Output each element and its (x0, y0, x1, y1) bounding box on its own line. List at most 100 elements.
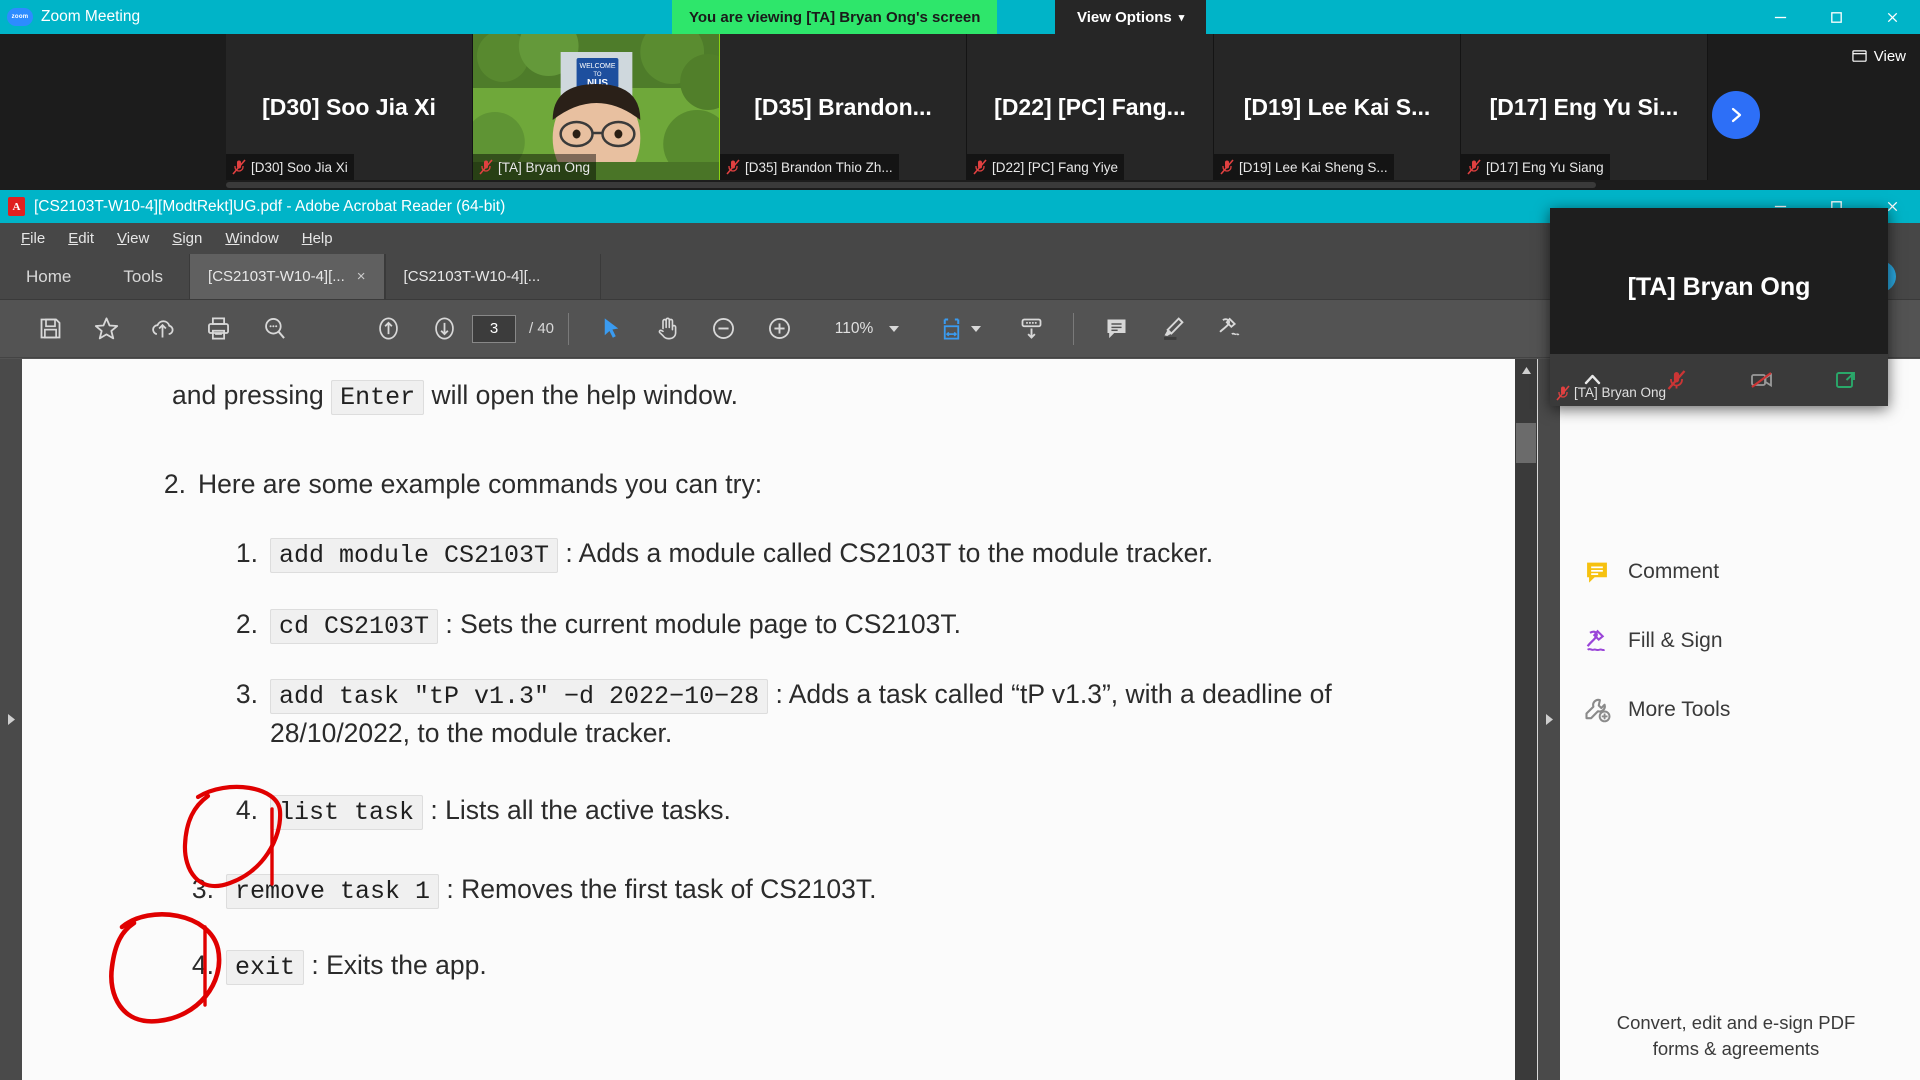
participant-label-text: [D19] Lee Kai Sheng S... (1239, 160, 1388, 175)
tools-panel-collapse-button[interactable] (1538, 359, 1560, 1080)
mic-muted-icon (1467, 159, 1481, 175)
chevron-down-icon[interactable] (889, 326, 899, 332)
page-number-input[interactable]: 3 (472, 315, 516, 343)
participant-display-name: [D30] Soo Jia Xi (256, 94, 442, 121)
tool-comment[interactable]: Comment (1582, 557, 1719, 587)
tool-label: Comment (1628, 560, 1719, 584)
zoom-in-icon[interactable] (751, 306, 807, 352)
participant-tile[interactable]: [D30] Soo Jia Xi [D30] Soo Jia Xi (226, 34, 473, 180)
zoom-titlebar: zoom Zoom Meeting You are viewing [TA] B… (0, 0, 1920, 34)
expand-icon[interactable] (1804, 368, 1889, 392)
zoom-meeting-window: zoom Zoom Meeting You are viewing [TA] B… (0, 0, 1920, 190)
highlighter-icon[interactable] (1144, 306, 1200, 352)
comment-icon[interactable] (1088, 306, 1144, 352)
pdf-command-code: add module CS2103T (270, 538, 558, 573)
pdf-page-content: and pressing Enter will open the help wi… (22, 359, 1515, 1080)
upload-cloud-icon[interactable] (134, 306, 190, 352)
promo-line-2: forms & agreements (1560, 1036, 1912, 1062)
list-item-number: 3. (172, 874, 214, 905)
mic-muted-icon (1556, 385, 1569, 400)
pdf-intro-line: and pressing Enter will open the help wi… (172, 377, 1455, 416)
chevron-right-icon (1726, 105, 1746, 125)
pdf-command-desc: : Exits the app. (311, 950, 486, 980)
participant-label-text: [D22] [PC] Fang Yiye (992, 160, 1118, 175)
zoom-out-icon[interactable] (695, 306, 751, 352)
left-panel-expand-button[interactable] (0, 359, 22, 1080)
scroll-up-button[interactable] (1515, 359, 1537, 381)
zoom-window-controls (1752, 0, 1920, 34)
minimize-icon[interactable] (1752, 0, 1808, 34)
scrollbar-thumb[interactable] (1516, 423, 1536, 463)
list-item-number: 4. (172, 950, 214, 981)
next-participants-button[interactable] (1712, 91, 1760, 139)
zoom-logo-icon: zoom (7, 8, 33, 26)
pdf-command-code: list task (270, 795, 423, 830)
participant-tile[interactable]: WELCOME TO NUS (473, 34, 720, 180)
pdf-command-code: exit (226, 950, 304, 985)
close-icon[interactable] (1864, 0, 1920, 34)
document-tab-label: [CS2103T-W10-4][... (208, 268, 345, 285)
view-button-label: View (1874, 48, 1906, 65)
menu-file[interactable]: File (10, 227, 56, 250)
mic-muted-icon (726, 159, 740, 175)
scroll-mode-icon[interactable] (1003, 306, 1059, 352)
document-tab-2[interactable]: [CS2103T-W10-4][... (385, 254, 602, 299)
floating-video-name: [TA] Bryan Ong (1550, 208, 1888, 366)
video-off-icon[interactable] (1719, 368, 1804, 392)
participant-label: [D22] [PC] Fang Yiye (967, 154, 1124, 180)
maximize-icon[interactable] (1808, 0, 1864, 34)
participant-label: [D30] Soo Jia Xi (226, 154, 354, 180)
toolbar-divider (1073, 313, 1074, 345)
list-item-number: 4. (216, 795, 258, 826)
print-icon[interactable] (190, 306, 246, 352)
pdf-intro-suffix: will open the help window. (432, 380, 738, 410)
participant-label: [D17] Eng Yu Siang (1461, 154, 1610, 180)
tool-fill-and-sign[interactable]: Fill & Sign (1582, 626, 1723, 656)
zoom-level-value[interactable]: 110% (823, 315, 885, 343)
next-page-button[interactable] (416, 306, 472, 352)
tab-home[interactable]: Home (0, 254, 97, 299)
participant-strip-scrollbar[interactable] (226, 182, 1596, 188)
participant-tile[interactable]: [D35] Brandon... [D35] Brandon Thio Zh..… (720, 34, 967, 180)
menu-edit[interactable]: Edit (57, 227, 105, 250)
select-cursor-icon[interactable] (583, 306, 639, 352)
floating-video-sublabel: [TA] Bryan Ong (1556, 385, 1666, 400)
star-icon[interactable] (78, 306, 134, 352)
participant-tile[interactable]: [D17] Eng Yu Si... [D17] Eng Yu Siang (1461, 34, 1708, 180)
menu-view[interactable]: View (106, 227, 160, 250)
document-tab-1[interactable]: [CS2103T-W10-4][... × (189, 254, 385, 299)
chevron-right-icon (6, 713, 17, 726)
pdf-command-code: cd CS2103T (270, 609, 438, 644)
save-icon[interactable] (22, 306, 78, 352)
view-options-button[interactable]: View Options ▾ (1055, 0, 1206, 34)
participant-tile[interactable]: [D19] Lee Kai S... [D19] Lee Kai Sheng S… (1214, 34, 1461, 180)
participant-display-name: [D19] Lee Kai S... (1238, 94, 1437, 121)
toolbar-divider (568, 313, 569, 345)
floating-video-thumbnail[interactable]: [TA] Bryan Ong [TA] Bryan Ong (1550, 208, 1888, 406)
fill-and-sign-icon[interactable] (1200, 306, 1256, 352)
close-icon[interactable]: × (357, 268, 366, 285)
pdf-section-2: 2. Here are some example commands you ca… (144, 466, 1455, 504)
view-layout-button[interactable]: View (1852, 48, 1906, 65)
list-item: 4. list task : Lists all the active task… (216, 792, 1455, 831)
menu-sign[interactable]: Sign (161, 227, 213, 250)
participant-tile[interactable]: [D22] [PC] Fang... [D22] [PC] Fang Yiye (967, 34, 1214, 180)
mic-muted-icon (1220, 159, 1234, 175)
tool-label: More Tools (1628, 698, 1730, 722)
search-icon[interactable] (246, 306, 302, 352)
pdf-vertical-scrollbar[interactable] (1515, 359, 1537, 1080)
hand-tool-icon[interactable] (639, 306, 695, 352)
chevron-down-icon[interactable] (971, 326, 981, 332)
list-item: 1. add module CS2103T : Adds a module ca… (216, 535, 1455, 574)
mic-muted-icon (232, 159, 246, 175)
tool-more-tools[interactable]: More Tools (1582, 695, 1730, 725)
zoom-level-control[interactable]: 110% (823, 315, 899, 343)
participant-label-text: [TA] Bryan Ong (498, 160, 590, 175)
menu-window[interactable]: Window (214, 227, 289, 250)
menu-help[interactable]: Help (291, 227, 344, 250)
previous-page-button[interactable] (360, 306, 416, 352)
tab-tools[interactable]: Tools (97, 254, 189, 299)
svg-text:WELCOME: WELCOME (580, 63, 616, 70)
list-item: 4. exit : Exits the app. (172, 947, 1455, 986)
participant-label: [D19] Lee Kai Sheng S... (1214, 154, 1394, 180)
